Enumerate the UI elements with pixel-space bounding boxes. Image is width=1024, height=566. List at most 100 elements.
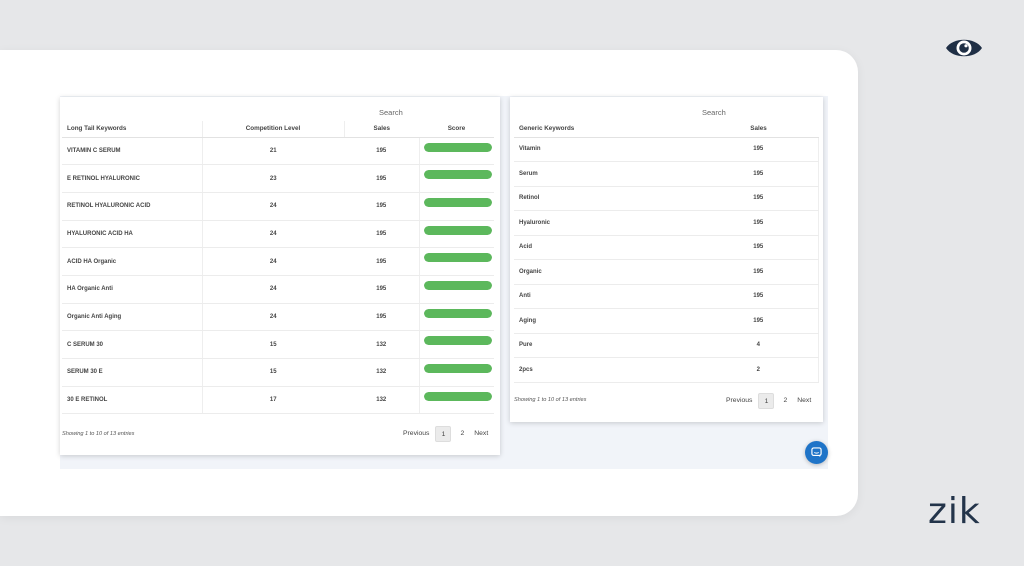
keyword-cell: 30 E RETINOL xyxy=(62,386,203,415)
keyword-cell: Serum xyxy=(514,161,699,187)
column-header-sales[interactable]: Sales xyxy=(344,121,419,138)
table-row: VITAMIN C SERUM 21 195 xyxy=(62,137,494,166)
score-cell xyxy=(419,137,494,166)
keyword-cell: Aging xyxy=(514,308,699,334)
score-cell xyxy=(419,275,494,304)
keyword-cell: 2pcs xyxy=(514,357,699,383)
score-bar-fill xyxy=(423,364,492,373)
sales-cell: 195 xyxy=(699,186,819,211)
table-row: C SERUM 30 15 132 xyxy=(62,330,494,359)
sales-cell: 195 xyxy=(699,210,819,236)
column-header-score[interactable]: Score xyxy=(419,121,494,138)
generic-keywords-table: Generic Keywords Sales Vitamin 195 Serum 19… xyxy=(514,121,819,383)
table-row: SERUM 30 E 15 132 xyxy=(62,358,494,387)
column-header-keyword[interactable]: Generic Keywords xyxy=(514,121,699,138)
sales-cell: 195 xyxy=(344,137,420,166)
search-label[interactable]: Search xyxy=(379,108,403,117)
next-page-button[interactable]: Next xyxy=(469,426,493,442)
competition-cell: 24 xyxy=(202,247,344,276)
sales-cell: 195 xyxy=(344,164,420,193)
sales-cell: 195 xyxy=(344,220,420,249)
table-row: 2pcs 2 xyxy=(514,357,819,383)
competition-cell: 24 xyxy=(202,303,344,332)
sales-cell: 195 xyxy=(699,161,819,187)
table-row: 30 E RETINOL 17 132 xyxy=(62,386,494,415)
column-header-keyword[interactable]: Long Tail Keywords xyxy=(62,121,202,138)
competition-cell: 17 xyxy=(202,386,344,415)
sales-cell: 195 xyxy=(344,247,420,276)
score-cell xyxy=(419,220,494,249)
competition-cell: 24 xyxy=(202,275,344,304)
table-row: E RETINOL HYALURONIC 23 195 xyxy=(62,164,494,193)
keyword-cell: Pure xyxy=(514,333,699,358)
table-row: ACID HA Organic 24 195 xyxy=(62,247,494,276)
sales-cell: 195 xyxy=(699,235,819,260)
column-header-sales[interactable]: Sales xyxy=(699,121,818,138)
search-label[interactable]: Search xyxy=(702,108,726,117)
chat-button[interactable] xyxy=(805,441,828,464)
keyword-cell: Vitamin xyxy=(514,137,699,162)
keyword-cell: Organic Anti Aging xyxy=(62,303,203,332)
table-header-row: Generic Keywords Sales xyxy=(514,121,818,138)
page-1-button[interactable]: 1 xyxy=(435,426,452,442)
next-page-button[interactable]: Next xyxy=(792,393,816,409)
score-bar xyxy=(423,170,492,180)
score-bar xyxy=(423,142,492,152)
column-header-competition[interactable]: Competition Level xyxy=(201,121,345,138)
table-row: Pure 4 xyxy=(514,333,819,358)
competition-cell: 24 xyxy=(202,220,344,249)
table-row: Organic 195 xyxy=(514,259,819,285)
score-bar xyxy=(423,280,492,290)
sales-cell: 195 xyxy=(699,259,819,285)
table-row: Retinol 195 xyxy=(514,186,819,211)
table-row: Anti 195 xyxy=(514,284,819,309)
keyword-cell: Acid xyxy=(514,235,699,260)
competition-cell: 21 xyxy=(202,137,344,166)
long-tail-keywords-panel: Search Long Tail Keywords Competition Le… xyxy=(60,97,500,455)
brand-wordmark: zik xyxy=(928,491,981,532)
score-bar-fill xyxy=(423,280,492,290)
sales-cell: 195 xyxy=(344,192,420,221)
keyword-cell: C SERUM 30 xyxy=(62,330,203,359)
sales-cell: 2 xyxy=(699,357,819,383)
keyword-cell: SERUM 30 E xyxy=(62,358,203,387)
score-bar-fill xyxy=(423,197,492,207)
keyword-cell: E RETINOL HYALURONIC xyxy=(62,164,203,193)
table-row: Organic Anti Aging 24 195 xyxy=(62,303,494,332)
score-bar xyxy=(423,197,492,207)
score-bar-fill xyxy=(423,225,492,235)
score-cell xyxy=(419,358,494,387)
table-row: Aging 195 xyxy=(514,308,819,334)
score-bar xyxy=(423,253,492,263)
sales-cell: 4 xyxy=(699,333,819,358)
previous-page-button[interactable]: Previous xyxy=(398,426,431,442)
table-row: Hyaluronic 195 xyxy=(514,210,819,236)
keyword-cell: Hyaluronic xyxy=(514,210,699,236)
sales-cell: 195 xyxy=(699,284,819,309)
table-row: Vitamin 195 xyxy=(514,137,819,162)
pagination: Previous 1 2 Next xyxy=(398,426,493,442)
score-bar-fill xyxy=(423,253,492,263)
table-row: Acid 195 xyxy=(514,235,819,260)
previous-page-button[interactable]: Previous xyxy=(721,393,754,409)
competition-cell: 15 xyxy=(202,358,344,387)
page-1-button[interactable]: 1 xyxy=(758,393,775,409)
score-bar xyxy=(423,336,492,346)
score-cell xyxy=(419,330,494,359)
score-cell xyxy=(419,386,494,415)
sales-cell: 195 xyxy=(699,308,819,334)
table-row: Serum 195 xyxy=(514,161,819,187)
sales-cell: 195 xyxy=(344,275,420,304)
page-2-button[interactable]: 2 xyxy=(778,393,792,409)
score-bar-fill xyxy=(423,336,492,346)
entries-info: Showing 1 to 10 of 13 entries xyxy=(514,397,587,403)
sales-cell: 132 xyxy=(344,358,420,387)
long-tail-keywords-table: Long Tail Keywords Competition Level Sal… xyxy=(62,121,494,415)
keyword-cell: ACID HA Organic xyxy=(62,247,203,276)
keyword-cell: VITAMIN C SERUM xyxy=(62,137,203,166)
competition-cell: 15 xyxy=(202,330,344,359)
chat-bubble-icon xyxy=(811,447,822,458)
page-2-button[interactable]: 2 xyxy=(455,426,469,442)
sales-cell: 195 xyxy=(344,303,420,332)
sales-cell: 132 xyxy=(344,330,420,359)
